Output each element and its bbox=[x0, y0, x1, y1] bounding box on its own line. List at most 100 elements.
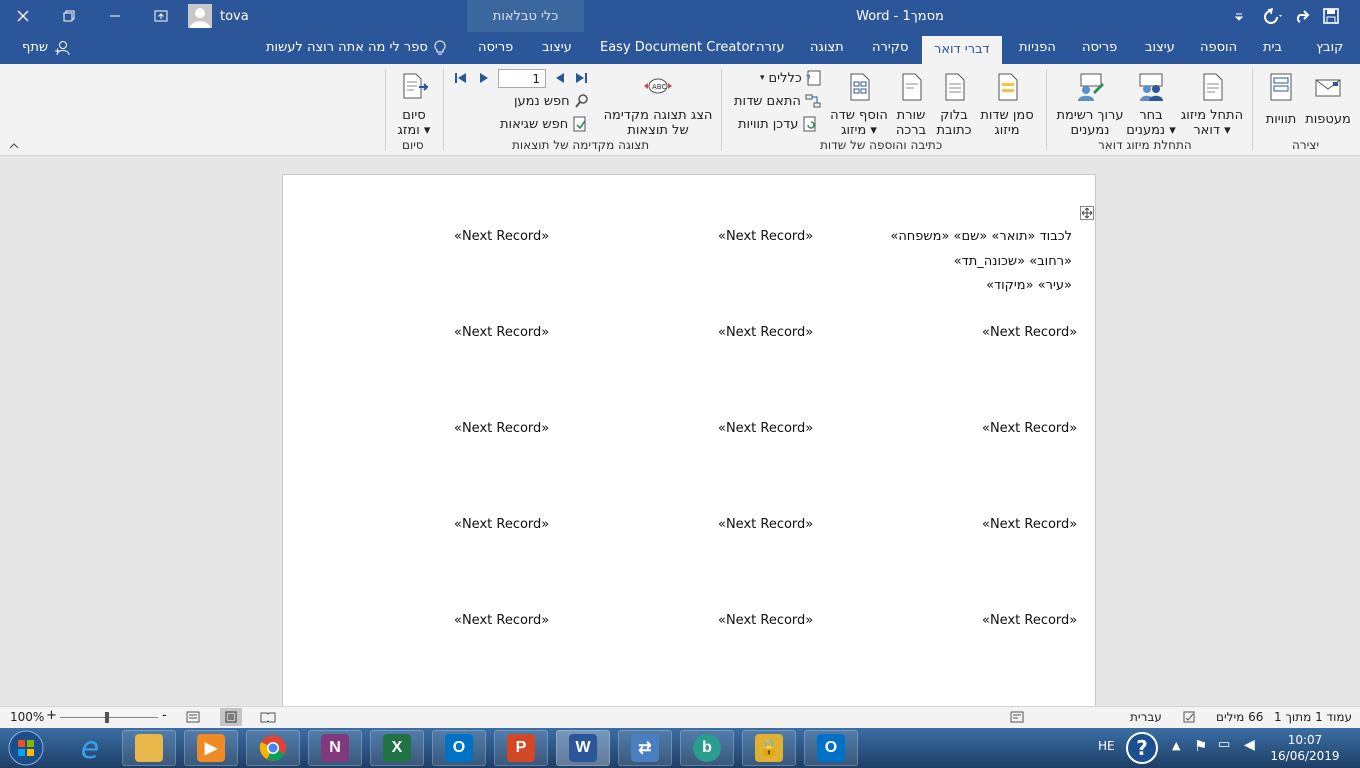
preview-abc-icon: ABC bbox=[644, 78, 672, 94]
first-record-icon bbox=[455, 73, 466, 83]
table-move-handle[interactable] bbox=[1080, 206, 1094, 220]
envelopes-button[interactable]: מעטפות bbox=[1302, 72, 1354, 127]
account-area[interactable]: tova bbox=[188, 0, 260, 32]
check-errors-button[interactable]: חפש שגיאות bbox=[500, 116, 588, 132]
tab-easy-document-creator[interactable]: Easy Document Creator bbox=[596, 32, 759, 64]
redo-button[interactable] bbox=[1288, 0, 1316, 32]
group-separator bbox=[1252, 69, 1253, 151]
save-button[interactable] bbox=[1316, 0, 1346, 32]
insert-field-label-2: מיזוג ▾ bbox=[841, 123, 877, 138]
zoom-out-button[interactable]: - bbox=[162, 708, 167, 723]
tab-mailings[interactable]: דברי דואר bbox=[922, 36, 1002, 64]
create-group-label: יצירה bbox=[1292, 138, 1320, 152]
write-insert-group-label: כתיבה והוספה של שדות bbox=[820, 138, 943, 152]
help-tray-icon[interactable]: ? bbox=[1126, 732, 1158, 764]
find-recipient-button[interactable]: חפש נמען bbox=[514, 93, 590, 109]
input-language[interactable]: HE bbox=[1098, 739, 1115, 753]
taskbar-outlook-2[interactable]: O bbox=[804, 730, 858, 766]
labels-button[interactable]: תוויות bbox=[1262, 72, 1300, 127]
tab-view[interactable]: תצוגה bbox=[806, 32, 848, 64]
web-layout-button[interactable] bbox=[184, 709, 202, 725]
zoom-slider[interactable] bbox=[60, 717, 158, 718]
edit-recipients-icon bbox=[1078, 73, 1104, 101]
volume-icon[interactable]: ◀ bbox=[1244, 737, 1255, 753]
taskbar-internet-explorer[interactable]: e bbox=[66, 730, 114, 766]
taskbar-excel[interactable]: X bbox=[370, 730, 424, 766]
highlight-merge-fields-button[interactable]: סמן שדות מיזוג bbox=[976, 72, 1038, 138]
next-record-field: «Next Record» bbox=[982, 517, 1078, 532]
clock[interactable]: 10:07 16/06/2019 bbox=[1262, 732, 1348, 764]
collapse-ribbon-button[interactable] bbox=[6, 140, 22, 152]
taskbar-remote-desktop[interactable]: ⇄ bbox=[618, 730, 672, 766]
record-number-input[interactable]: 1 bbox=[498, 69, 546, 88]
taskbar-powerpoint[interactable]: P bbox=[494, 730, 548, 766]
zoom-level[interactable]: 100% bbox=[10, 710, 44, 724]
undo-button[interactable] bbox=[1254, 0, 1288, 32]
proofing-status[interactable] bbox=[1180, 709, 1198, 725]
windows-start-icon bbox=[8, 730, 44, 766]
taskbar-outlook[interactable]: O bbox=[432, 730, 486, 766]
customize-qat-button[interactable] bbox=[1226, 0, 1252, 32]
taskbar-app-b[interactable]: b bbox=[680, 730, 734, 766]
first-record-button[interactable] bbox=[452, 70, 470, 86]
minimize-button[interactable] bbox=[92, 0, 138, 32]
rules-button[interactable]: ? כללים ▾ bbox=[760, 70, 822, 86]
read-mode-button[interactable] bbox=[258, 709, 278, 725]
start-button[interactable] bbox=[4, 728, 48, 768]
close-button[interactable] bbox=[0, 0, 46, 32]
match-fields-button[interactable]: התאם שדות bbox=[734, 93, 821, 109]
tab-help[interactable]: עזרה bbox=[752, 32, 788, 64]
undo-icon bbox=[1264, 8, 1282, 24]
start-mail-merge-button[interactable]: התחל מיזוג דואר ▾ bbox=[1176, 72, 1248, 138]
tab-table-layout[interactable]: פריסה bbox=[474, 32, 517, 64]
tab-file[interactable]: קובץ bbox=[1312, 32, 1347, 64]
word-count[interactable]: 66 מילים bbox=[1216, 710, 1263, 724]
taskbar-media-player[interactable]: ▶ bbox=[184, 730, 238, 766]
recipients-icon bbox=[1139, 73, 1163, 101]
show-hidden-icons-button[interactable]: ▲ bbox=[1172, 739, 1180, 752]
preview-results-button[interactable]: ABC הצג תצוגה מקדימה של תוצאות bbox=[602, 72, 714, 138]
tab-insert[interactable]: הוספה bbox=[1196, 32, 1241, 64]
greeting-line-button[interactable]: שורת ברכה bbox=[890, 72, 932, 138]
taskbar-word[interactable]: W bbox=[556, 730, 610, 766]
network-icon[interactable]: ▭ bbox=[1218, 737, 1230, 752]
zoom-slider-thumb[interactable] bbox=[105, 712, 109, 723]
language-status[interactable]: עברית bbox=[1130, 710, 1162, 724]
tab-review[interactable]: סקירה bbox=[868, 32, 912, 64]
ribbon-display-options-button[interactable] bbox=[138, 0, 184, 32]
tab-table-design[interactable]: עיצוב bbox=[538, 32, 576, 64]
next-record-field: «Next Record» bbox=[718, 421, 814, 436]
previous-record-button[interactable] bbox=[476, 70, 492, 86]
action-center-flag-icon[interactable]: ⚑ bbox=[1194, 737, 1207, 755]
next-record-field: «Next Record» bbox=[718, 229, 814, 244]
print-layout-button[interactable] bbox=[220, 708, 242, 726]
tab-home[interactable]: בית bbox=[1259, 32, 1286, 64]
user-name: tova bbox=[220, 8, 249, 24]
select-recipients-button[interactable]: בחר נמענים ▾ bbox=[1124, 72, 1178, 138]
labels-icon bbox=[1270, 73, 1292, 101]
tab-design[interactable]: עיצוב bbox=[1141, 32, 1179, 64]
last-record-button[interactable] bbox=[572, 70, 590, 86]
zoom-in-button[interactable]: + bbox=[46, 708, 57, 723]
tell-me-box[interactable]: ספר לי מה אתה רוצה לעשות bbox=[262, 32, 450, 64]
insert-merge-field-button[interactable]: הוסף שדה מיזוג ▾ bbox=[828, 72, 890, 138]
address-block-button[interactable]: בלוק כתובת bbox=[932, 72, 976, 138]
match-fields-icon bbox=[805, 94, 821, 108]
restore-button[interactable] bbox=[46, 0, 92, 32]
finish-merge-button[interactable]: סיום ומזג ▾ bbox=[392, 72, 436, 138]
taskbar-onenote[interactable]: N bbox=[308, 730, 362, 766]
envelopes-label: מעטפות bbox=[1305, 112, 1351, 127]
next-record-button[interactable] bbox=[552, 70, 568, 86]
share-label: שתף bbox=[22, 40, 49, 55]
taskbar-chrome[interactable] bbox=[246, 730, 300, 766]
taskbar-file-explorer[interactable] bbox=[122, 730, 176, 766]
update-labels-button[interactable]: עדכן תוויות bbox=[738, 116, 818, 132]
page-count[interactable]: עמוד 1 מתוך 1 bbox=[1274, 710, 1352, 724]
track-macro-button[interactable] bbox=[1008, 709, 1026, 725]
taskbar-lock-app[interactable]: 🔒 bbox=[742, 730, 796, 766]
minimize-icon bbox=[110, 15, 120, 17]
tab-references[interactable]: הפניות bbox=[1015, 32, 1060, 64]
share-button[interactable]: שתף bbox=[18, 32, 74, 64]
edit-recipient-list-button[interactable]: ערוך רשימת נמענים bbox=[1054, 72, 1126, 138]
tab-layout[interactable]: פריסה bbox=[1078, 32, 1121, 64]
